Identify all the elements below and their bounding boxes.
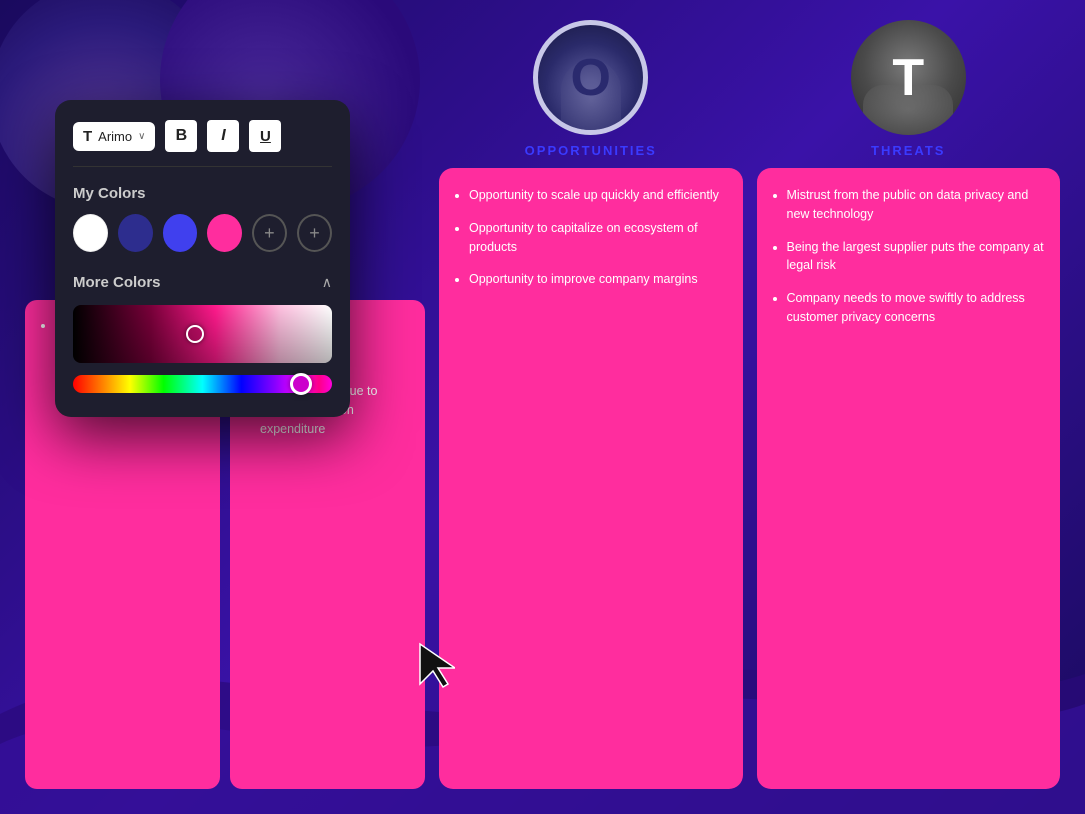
more-colors-label: More Colors (73, 274, 161, 291)
opportunities-circle-letter: O (571, 48, 611, 108)
opportunities-card: Opportunity to scale up quickly and effi… (439, 168, 743, 789)
font-name-label: Arimo (98, 129, 132, 144)
cursor-arrow (415, 639, 455, 694)
hue-slider[interactable] (73, 375, 332, 393)
gradient-picker-handle[interactable] (186, 325, 204, 343)
color-picker-popup[interactable]: T Arimo ∨ B I U My Colors (55, 100, 350, 417)
opportunity-item-2: Opportunity to capitalize on ecosystem o… (469, 219, 729, 257)
threats-circle-letter: T (892, 48, 924, 108)
underline-button[interactable]: U (249, 120, 281, 152)
swatch-pink[interactable] (207, 214, 242, 252)
italic-button[interactable]: I (207, 120, 239, 152)
left-area: Superior development and deployment bein… (25, 20, 425, 789)
color-swatches-row: + + (73, 214, 332, 252)
collapse-icon: ∧ (322, 274, 332, 291)
threats-card: Mistrust from the public on data privacy… (757, 168, 1061, 789)
swatch-blue[interactable] (163, 214, 198, 252)
opportunity-item-1: Opportunity to scale up quickly and effi… (469, 186, 729, 205)
threats-column: T THREATS Mistrust from the public on da… (757, 20, 1061, 789)
opportunities-title: OPPORTUNITIES (525, 143, 657, 158)
threats-header: T THREATS (757, 20, 1061, 158)
picker-toolbar: T Arimo ∨ B I U (73, 120, 332, 167)
swatch-white[interactable] (73, 214, 108, 252)
bold-button[interactable]: B (165, 120, 197, 152)
opportunities-column: O OPPORTUNITIES Opportunity to scale up … (439, 20, 743, 789)
more-colors-section: More Colors ∧ (73, 274, 332, 393)
swatch-dark-blue[interactable] (118, 214, 153, 252)
chevron-down-icon: ∨ (138, 131, 145, 142)
threats-circle: T (851, 20, 966, 135)
threats-title: THREATS (871, 143, 945, 158)
opportunities-circle: O (533, 20, 648, 135)
more-colors-header[interactable]: More Colors ∧ (73, 274, 332, 291)
add-swatch-button-1[interactable]: + (252, 214, 287, 252)
threat-item-3: Company needs to move swiftly to address… (787, 289, 1047, 327)
add-swatch-button-2[interactable]: + (297, 214, 332, 252)
opportunity-item-3: Opportunity to improve company margins (469, 270, 729, 289)
my-colors-label: My Colors (73, 185, 332, 202)
opportunities-header: O OPPORTUNITIES (439, 20, 743, 158)
gradient-picker[interactable] (73, 305, 332, 363)
threat-item-1: Mistrust from the public on data privacy… (787, 186, 1047, 224)
threat-item-2: Being the largest supplier puts the comp… (787, 238, 1047, 276)
hue-slider-thumb[interactable] (290, 373, 312, 395)
font-selector[interactable]: T Arimo ∨ (73, 122, 155, 151)
font-t-icon: T (83, 128, 92, 145)
